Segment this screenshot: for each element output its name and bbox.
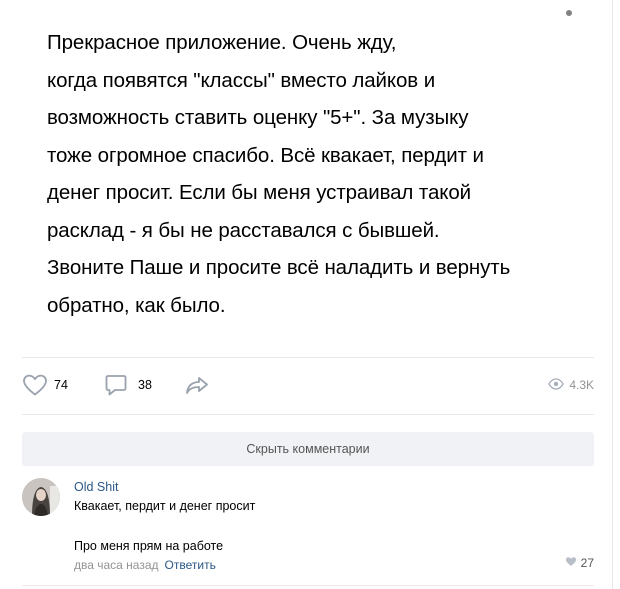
- divider: [22, 414, 594, 415]
- comment-author[interactable]: Old Shit: [74, 480, 118, 494]
- comment-count: 38: [138, 378, 152, 392]
- post-text-line: когда появятся "классы" вместо лайков и: [47, 68, 436, 92]
- post-text-line: тоже огромное спасибо. Всё квакает, перд…: [47, 143, 484, 167]
- comment-item: Old Shit Квакает, пердит и денег просит …: [22, 478, 594, 578]
- comment-line-gap: [74, 514, 255, 538]
- heart-icon: [22, 373, 48, 397]
- post-text-line: Прекрасное приложение. Очень жду,: [47, 31, 397, 54]
- share-button[interactable]: [184, 368, 210, 402]
- comment-like-count: 27: [580, 556, 594, 570]
- post-text-line: обратно, как было.: [47, 293, 226, 317]
- divider: [22, 585, 594, 586]
- card-right-border: [612, 0, 613, 589]
- avatar[interactable]: [22, 478, 60, 516]
- more-dot-icon[interactable]: [566, 10, 572, 16]
- post-text-line: Звоните Паше и просите всё наладить и ве…: [47, 256, 511, 279]
- reply-button[interactable]: Ответить: [165, 558, 216, 572]
- post-text-line: возможность ставить оценку "5+". За музы…: [47, 106, 469, 129]
- comment-text: Квакает, пердит и денег просит Про меня …: [74, 498, 255, 554]
- post-card: Прекрасное приложение. Очень жду, когда …: [0, 0, 620, 589]
- views-counter: 4.3K: [548, 368, 594, 402]
- comment-text-line: Квакает, пердит и денег просит: [74, 499, 256, 513]
- like-button[interactable]: 74: [22, 368, 68, 402]
- heart-icon: [565, 556, 581, 570]
- eye-icon: [548, 377, 569, 393]
- post-actions-bar: 74 38 4.3K: [22, 368, 594, 402]
- divider: [22, 357, 594, 358]
- post-text: Прекрасное приложение. Очень жду, когда …: [47, 24, 577, 324]
- comment-bubble-icon: [104, 373, 128, 397]
- comment-meta: два часа назад Ответить: [74, 558, 216, 572]
- share-arrow-icon: [184, 373, 210, 397]
- hide-comments-button[interactable]: Скрыть комментарии: [22, 432, 594, 466]
- comment-text-line: Про меня прям на работе: [74, 539, 224, 553]
- post-text-line: расклад - я бы не расставался с бывшей.: [47, 218, 440, 242]
- post-text-line: денег просит. Если бы меня устраивал так…: [47, 181, 471, 204]
- comment-button[interactable]: 38: [104, 368, 152, 402]
- like-count: 74: [54, 378, 68, 392]
- view-count: 4.3K: [569, 378, 594, 392]
- comment-time: два часа назад: [74, 558, 159, 572]
- comment-like-button[interactable]: 27: [565, 556, 594, 570]
